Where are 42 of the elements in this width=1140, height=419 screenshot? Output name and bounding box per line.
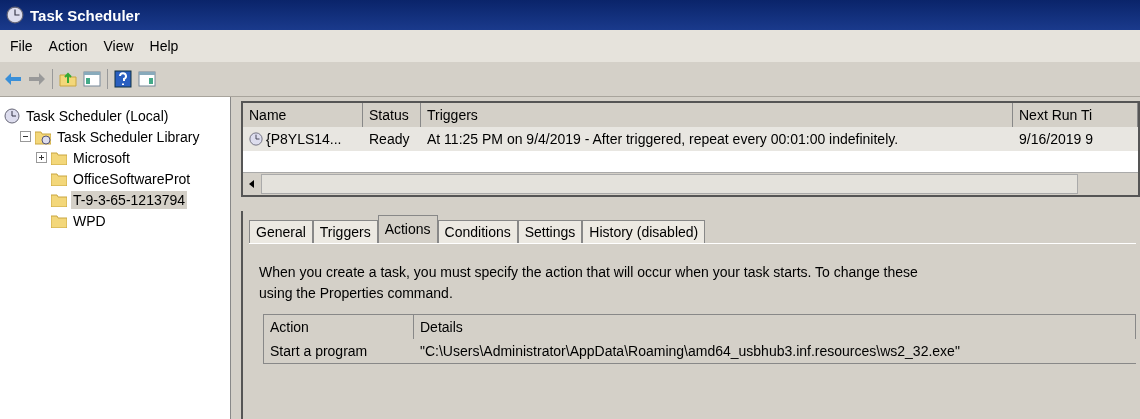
- pane-icon[interactable]: [83, 71, 101, 87]
- table-cell: {P8YLS14...: [266, 131, 342, 147]
- clock-icon: [4, 107, 20, 124]
- tab[interactable]: Triggers: [312, 220, 378, 243]
- tab[interactable]: Settings: [517, 220, 583, 243]
- folder-clock-icon: [35, 128, 51, 145]
- tab[interactable]: Conditions: [437, 220, 518, 243]
- folder-icon: [51, 171, 67, 186]
- collapse-icon[interactable]: [20, 131, 31, 142]
- tree-item[interactable]: Microsoft: [71, 148, 132, 167]
- menu-item[interactable]: View: [97, 36, 140, 56]
- horizontal-scrollbar[interactable]: [243, 172, 1138, 195]
- folder-icon: [51, 150, 67, 165]
- tree-item[interactable]: WPD: [71, 211, 108, 230]
- window-title: Task Scheduler: [30, 6, 140, 24]
- table-cell: 9/16/2019 9: [1019, 131, 1093, 147]
- help-icon[interactable]: [114, 70, 132, 88]
- tree-item[interactable]: Task Scheduler Library: [55, 127, 202, 146]
- tab[interactable]: Actions: [377, 215, 438, 243]
- table-cell: Ready: [369, 131, 410, 147]
- forward-arrow-icon[interactable]: [28, 72, 46, 86]
- table-cell-text: Start a program: [269, 342, 369, 361]
- task-row[interactable]: {P8YLS14... Ready At 11:25 PM on 9/4/2019 - After triggered, repeat every 00:01:00 indefinitely. 9/16/2019 9: [243, 127, 1138, 151]
- folder-icon: [51, 213, 67, 228]
- table-cell-text: "C:\Users\Administrator\AppData\Roaming\amd64_usbhub3.inf.resources\ws2_32.exe": [419, 342, 961, 361]
- folder-icon: [51, 192, 67, 207]
- tree-item[interactable]: T-9-3-65-1213794: [71, 190, 188, 209]
- menu-item[interactable]: Action: [42, 36, 94, 56]
- expand-icon[interactable]: [36, 152, 47, 163]
- clock-icon: [249, 132, 263, 146]
- folder-up-icon[interactable]: [59, 71, 77, 87]
- tree-item[interactable]: Task Scheduler (Local): [24, 106, 171, 125]
- tab[interactable]: General: [249, 220, 313, 243]
- tab[interactable]: History (disabled): [582, 220, 706, 243]
- back-arrow-icon[interactable]: [4, 72, 22, 86]
- pane-icon[interactable]: [138, 71, 156, 87]
- menu-item[interactable]: File: [4, 36, 39, 56]
- table-cell: At 11:25 PM on 9/4/2019 - After triggered, repeat every 00:01:00 indefinitely.: [427, 131, 899, 147]
- description-text: When you create a task, you must specify the action that will occur when your task starts. To change these using the Properties command.: [259, 263, 919, 303]
- menu-item[interactable]: Help: [143, 36, 185, 56]
- clock-icon: [6, 6, 24, 24]
- tree-item[interactable]: OfficeSoftwareProt: [71, 169, 193, 188]
